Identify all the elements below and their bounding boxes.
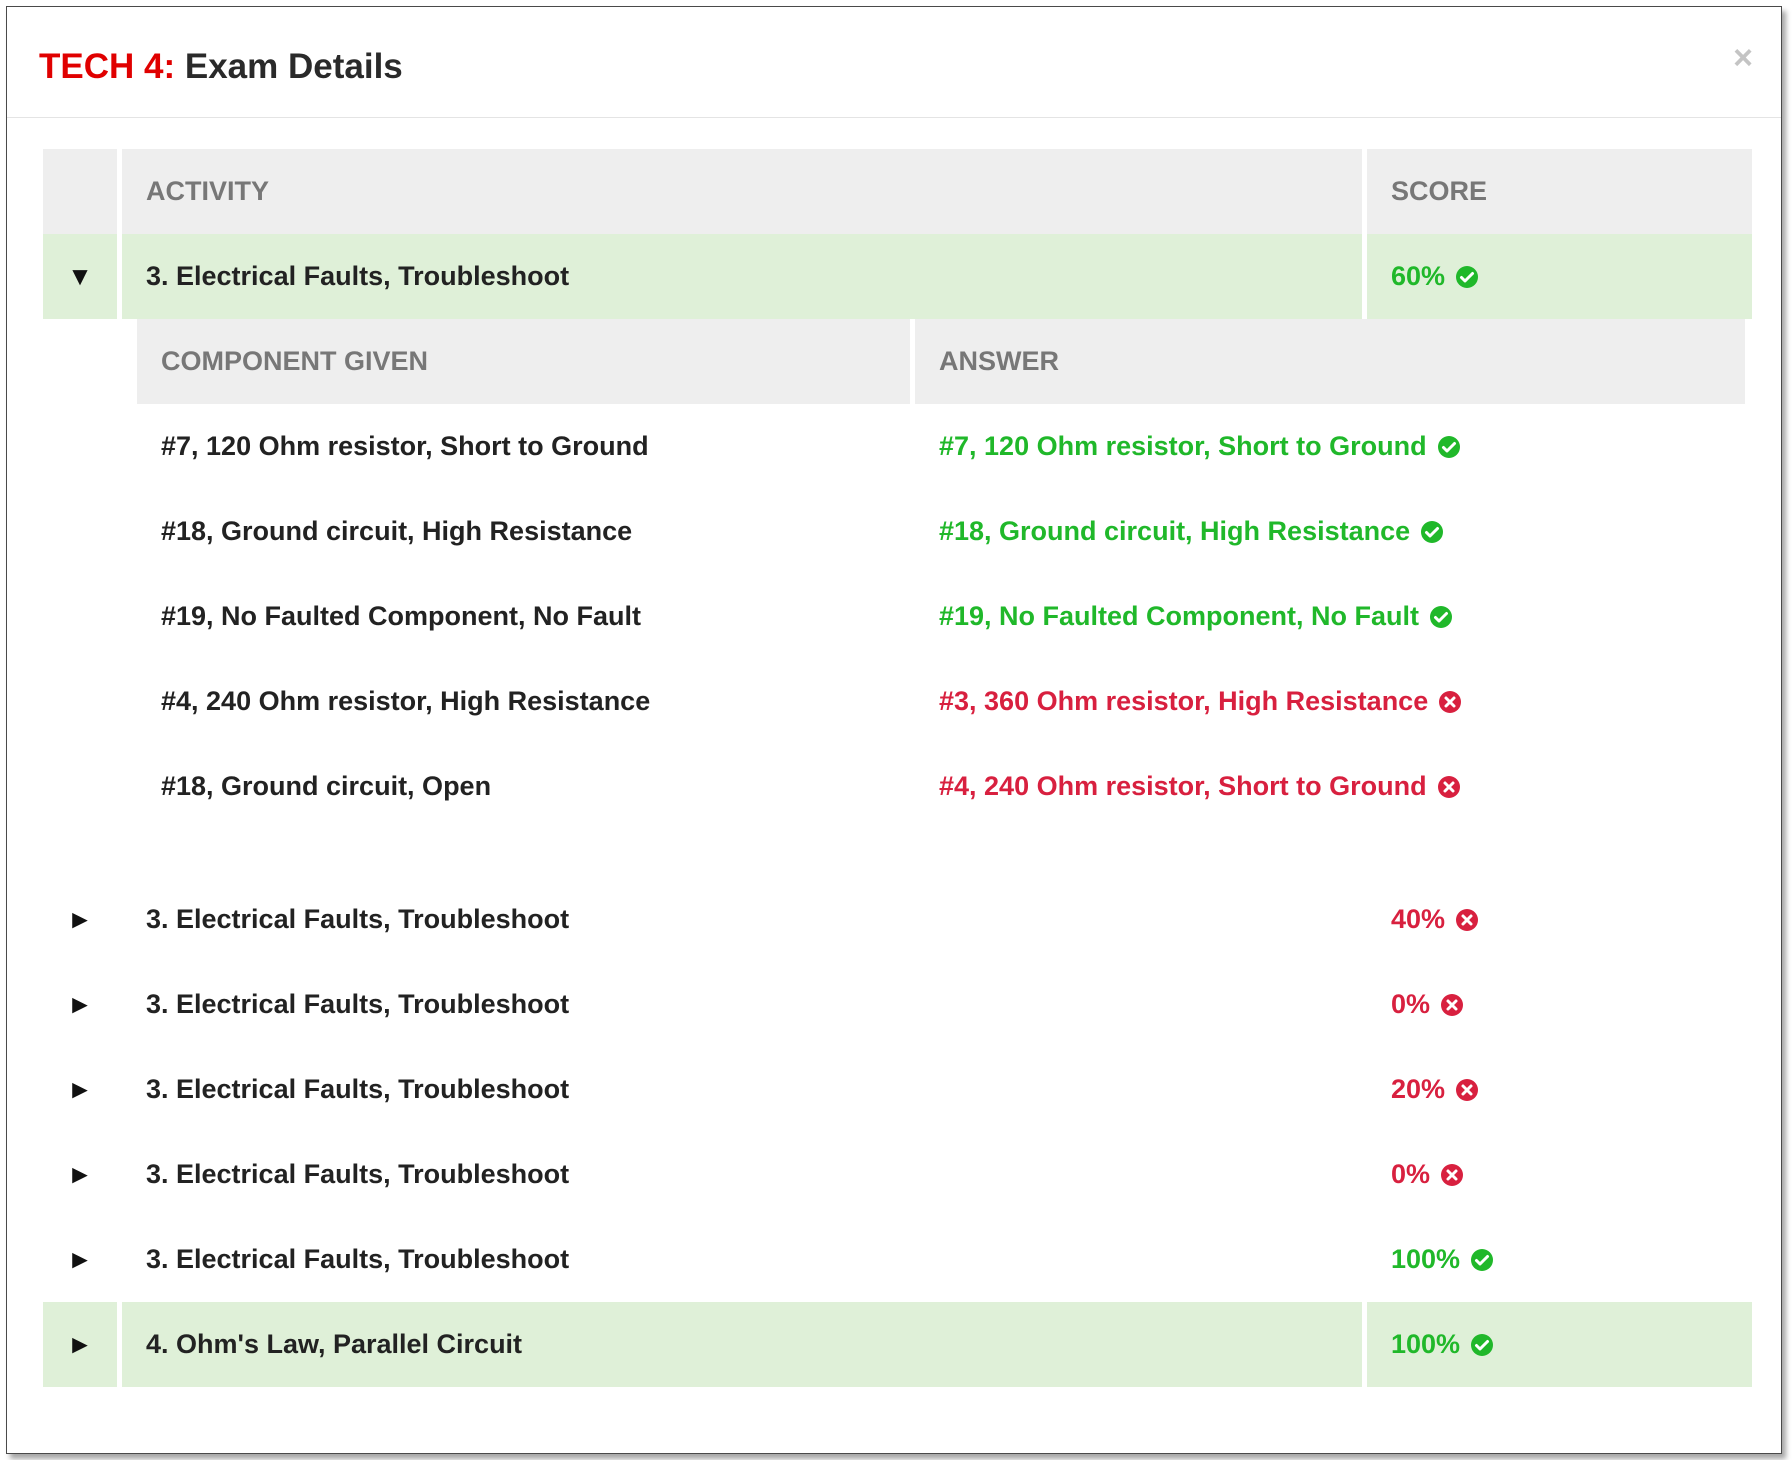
score-column-header: SCORE — [1367, 149, 1752, 234]
score-cell: 60% — [1367, 234, 1752, 319]
check-circle-icon — [1456, 265, 1479, 288]
modal-title-prefix: TECH 4: — [39, 47, 176, 86]
answer-column-header: ANSWER — [915, 319, 1745, 404]
modal-header: TECH 4: Exam Details × — [7, 7, 1781, 118]
times-circle-icon — [1439, 690, 1462, 713]
answer-text: #7, 120 Ohm resistor, Short to Ground — [939, 431, 1427, 461]
expand-toggle-icon[interactable]: ► — [43, 877, 117, 962]
score-value: 60% — [1391, 261, 1446, 291]
caret-column-header — [43, 149, 117, 234]
answer-cell: #18, Ground circuit, High Resistance — [915, 489, 1745, 574]
answer-text: #19, No Faulted Component, No Fault — [939, 601, 1420, 631]
score-value: 0% — [1391, 1159, 1431, 1189]
activity-cell[interactable]: 3. Electrical Faults, Troubleshoot — [122, 962, 1362, 1047]
component-given-cell: #19, No Faulted Component, No Fault — [161, 601, 642, 631]
score-value: 0% — [1391, 989, 1431, 1019]
score-cell: 20% — [1367, 1047, 1752, 1132]
score-value: 20% — [1391, 1074, 1446, 1104]
component-given-cell: #18, Ground circuit, High Resistance — [161, 516, 633, 546]
expand-toggle-icon[interactable]: ► — [43, 1132, 117, 1217]
times-circle-icon — [1441, 993, 1464, 1016]
times-circle-icon — [1441, 1163, 1464, 1186]
score-value: 100% — [1391, 1329, 1461, 1359]
activity-cell[interactable]: 3. Electrical Faults, Troubleshoot — [122, 1217, 1362, 1302]
score-value: 40% — [1391, 904, 1446, 934]
answer-cell: #3, 360 Ohm resistor, High Resistance — [915, 659, 1745, 744]
modal-title: TECH 4: Exam Details — [39, 47, 403, 87]
score-cell: 40% — [1367, 877, 1752, 962]
answer-text: #4, 240 Ohm resistor, Short to Ground — [939, 771, 1427, 801]
times-circle-icon — [1456, 908, 1479, 931]
check-circle-icon — [1421, 520, 1444, 543]
expand-toggle-icon[interactable]: ► — [43, 1217, 117, 1302]
activity-cell[interactable]: 3. Electrical Faults, Troubleshoot — [122, 877, 1362, 962]
activity-cell[interactable]: 3. Electrical Faults, Troubleshoot — [122, 1047, 1362, 1132]
component-given-cell: #18, Ground circuit, Open — [161, 771, 492, 801]
activity-cell[interactable]: 3. Electrical Faults, Troubleshoot — [122, 1132, 1362, 1217]
times-circle-icon — [1456, 1078, 1479, 1101]
score-cell: 0% — [1367, 962, 1752, 1047]
answer-cell: #19, No Faulted Component, No Fault — [915, 574, 1745, 659]
expand-toggle-icon[interactable]: ► — [43, 962, 117, 1047]
answer-text: #3, 360 Ohm resistor, High Resistance — [939, 686, 1429, 716]
expand-toggle-icon[interactable]: ► — [43, 1302, 117, 1387]
activity-cell[interactable]: 4. Ohm's Law, Parallel Circuit — [122, 1302, 1362, 1387]
check-circle-icon — [1471, 1333, 1494, 1356]
check-circle-icon — [1430, 605, 1453, 628]
close-icon[interactable]: × — [1733, 41, 1753, 75]
expand-toggle-icon[interactable]: ▼ — [43, 234, 117, 319]
answer-cell: #7, 120 Ohm resistor, Short to Ground — [915, 404, 1745, 489]
activity-cell[interactable]: 3. Electrical Faults, Troubleshoot — [122, 234, 1362, 319]
component-given-cell: #7, 120 Ohm resistor, Short to Ground — [161, 431, 649, 461]
check-circle-icon — [1471, 1248, 1494, 1271]
component-given-column-header: COMPONENT GIVEN — [137, 319, 910, 404]
exam-details-modal: TECH 4: Exam Details × ACTIVITY SCORE ▼ … — [6, 6, 1782, 1454]
score-cell: 100% — [1367, 1302, 1752, 1387]
times-circle-icon — [1437, 775, 1460, 798]
score-cell: 0% — [1367, 1132, 1752, 1217]
check-circle-icon — [1437, 435, 1460, 458]
modal-title-text: Exam Details — [184, 47, 403, 86]
score-cell: 100% — [1367, 1217, 1752, 1302]
activity-column-header: ACTIVITY — [122, 149, 1362, 234]
expand-toggle-icon[interactable]: ► — [43, 1047, 117, 1132]
answer-cell: #4, 240 Ohm resistor, Short to Ground — [915, 744, 1745, 829]
answer-text: #18, Ground circuit, High Resistance — [939, 516, 1411, 546]
component-given-cell: #4, 240 Ohm resistor, High Resistance — [161, 686, 651, 716]
score-value: 100% — [1391, 1244, 1461, 1274]
